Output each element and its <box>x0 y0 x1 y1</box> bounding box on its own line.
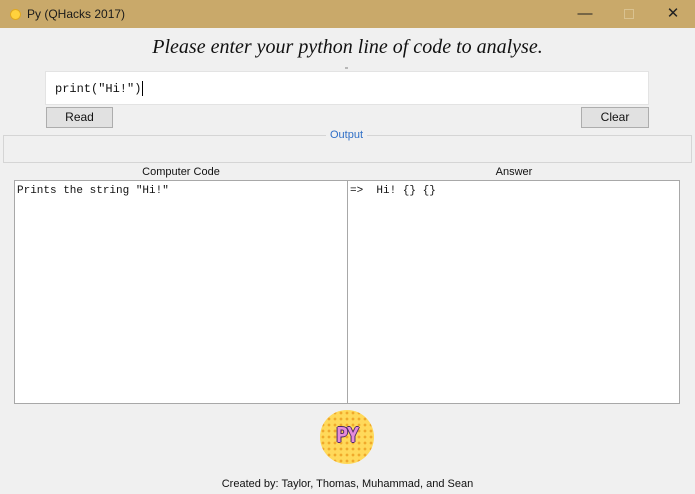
title-bar: Py (QHacks 2017) — ✕ <box>0 0 695 28</box>
clear-button[interactable]: Clear <box>581 107 649 128</box>
credits-text: Created by: Taylor, Thomas, Muhammad, an… <box>221 478 474 490</box>
app-icon <box>10 9 21 20</box>
text-caret <box>142 81 144 97</box>
maximize-button[interactable] <box>607 0 651 28</box>
code-input[interactable]: print("Hi!") <box>45 71 649 105</box>
close-button[interactable]: ✕ <box>651 0 695 28</box>
maximize-icon <box>624 9 634 20</box>
divider-mark <box>345 67 348 69</box>
computer-code-panel[interactable]: Prints the string "Hi!" <box>14 180 348 404</box>
answer-header: Answer <box>495 166 533 178</box>
code-input-value: print("Hi!") <box>55 82 142 96</box>
read-button[interactable]: Read <box>46 107 113 128</box>
answer-panel[interactable]: => Hi! {} {} <box>347 180 680 404</box>
prompt-heading: Please enter your python line of code to… <box>152 36 543 58</box>
output-label: Output <box>326 129 368 141</box>
logo-text: PY <box>335 423 359 447</box>
py-logo: PY <box>320 410 374 464</box>
computer-code-header: Computer Code <box>142 166 220 178</box>
window-title: Py (QHacks 2017) <box>27 7 126 21</box>
minimize-button[interactable]: — <box>563 0 607 28</box>
